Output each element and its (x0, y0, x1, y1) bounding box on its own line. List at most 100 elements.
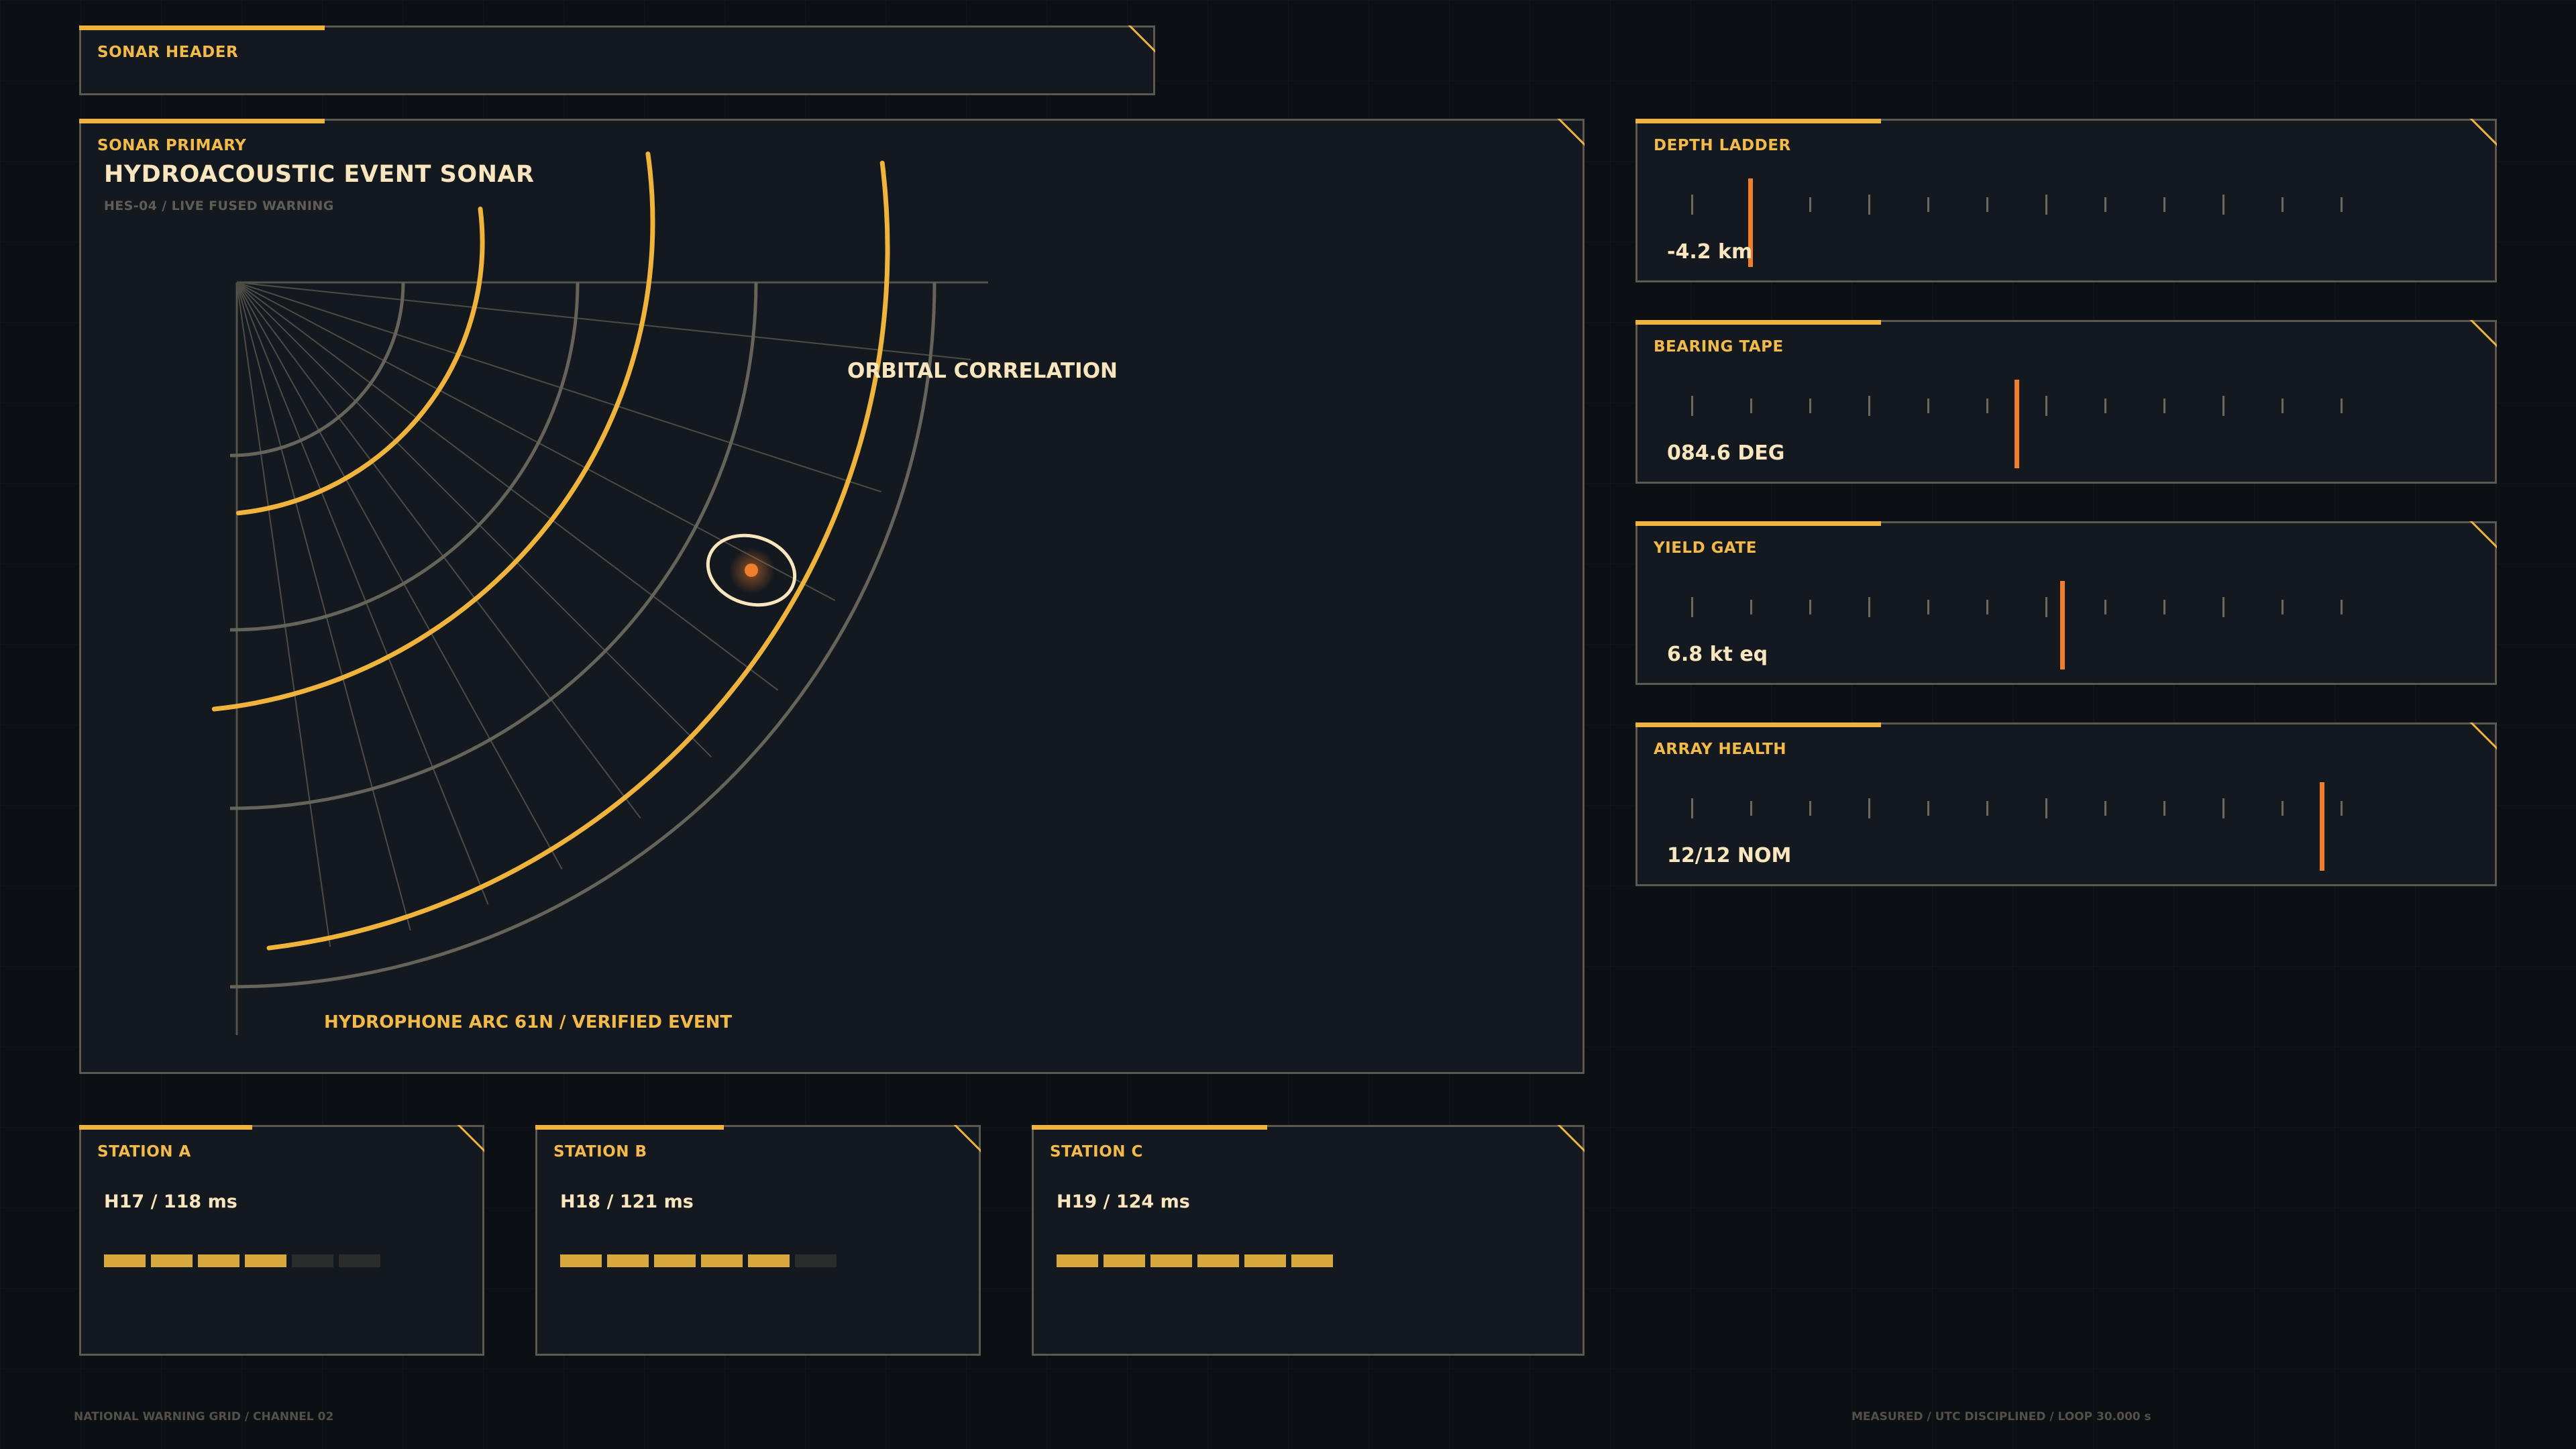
gauge-tick (2163, 801, 2165, 816)
gauge-tick (2341, 801, 2343, 816)
sonar-display: ORBITAL CORRELATION HYDROPHONE ARC 61N /… (211, 151, 1118, 1035)
gauge-tick (2163, 197, 2165, 212)
gauge-tick (2104, 197, 2106, 212)
signal-segment (339, 1254, 380, 1267)
gauge-tick (1750, 801, 1752, 816)
gauge-needle (2059, 581, 2065, 669)
signal-segment (654, 1254, 696, 1267)
gauge-tick (1691, 798, 1693, 818)
gauge-tick (2104, 398, 2106, 413)
orbital-correlation-label: ORBITAL CORRELATION (847, 359, 1118, 383)
hydrophone-arc-label: HYDROPHONE ARC 61N / VERIFIED EVENT (324, 1012, 732, 1032)
gauge-title: DEPTH LADDER (1654, 137, 1791, 154)
gauge-tick (1927, 398, 1929, 413)
signal-segment (560, 1254, 602, 1267)
gauge-tick (1986, 600, 1988, 614)
gauge-tick (2104, 600, 2106, 614)
gauge-tick (2222, 597, 2224, 617)
range-ring (229, 282, 936, 989)
wavefront-arc (235, 207, 485, 516)
gauge-tick (1927, 801, 1929, 816)
corner-notch (2466, 119, 2497, 150)
gauge-tick (2282, 600, 2284, 614)
bearing-ray (236, 282, 411, 931)
station-title: STATION A (97, 1143, 191, 1161)
sonar-wavefront-arcs (211, 151, 890, 951)
panel-accent-bar (1635, 320, 1881, 325)
bearing-ray (236, 282, 712, 757)
bearing-tape-panel: BEARING TAPE 084.6 DEG (1635, 320, 2497, 484)
yield-gate-panel: YIELD GATE 6.8 kt eq (1635, 521, 2497, 685)
gauge-tick (2282, 398, 2284, 413)
footer-left-status: NATIONAL WARNING GRID / CHANNEL 02 (74, 1410, 334, 1424)
gauge-tick (1750, 398, 1752, 413)
signal-segment (1150, 1254, 1192, 1267)
header-panel-title: SONAR HEADER (97, 44, 239, 61)
gauge-title: BEARING TAPE (1654, 338, 1784, 356)
gauge-tick (2341, 197, 2343, 212)
signal-segment (701, 1254, 743, 1267)
depth-ladder-panel: DEPTH LADDER -4.2 km (1635, 119, 2497, 282)
gauge-tick (2222, 798, 2224, 818)
gauge-tick (1809, 197, 1811, 212)
bearing-ray (236, 282, 331, 947)
gauge-readout: 12/12 NOM (1667, 844, 1792, 867)
gauge-readout: 084.6 DEG (1667, 441, 1785, 465)
bearing-ray (236, 282, 881, 493)
sonar-primary-panel: SONAR PRIMARY HYDROACOUSTIC EVENT SONAR … (79, 119, 1585, 1074)
signal-segment (1244, 1254, 1286, 1267)
gauge-tick (1868, 798, 1870, 818)
gauge-tick (2045, 396, 2047, 416)
signal-segment (795, 1254, 837, 1267)
panel-accent-bar (1032, 1125, 1267, 1130)
panel-accent-bar (1635, 119, 1881, 123)
bearing-ray (236, 282, 641, 819)
range-ring (229, 282, 758, 810)
corner-notch (1124, 25, 1155, 56)
gauge-tick (2341, 398, 2343, 413)
gauge-tick (2163, 600, 2165, 614)
station-value: H19 / 124 ms (1057, 1191, 1190, 1212)
gauge-tick (2222, 396, 2224, 416)
gauge-tick (2104, 801, 2106, 816)
signal-segment (245, 1254, 286, 1267)
sonar-range-rings (229, 282, 936, 989)
gauge-tick (1868, 195, 1870, 215)
signal-segment (292, 1254, 333, 1267)
range-ring (229, 282, 580, 632)
station-title: STATION B (553, 1143, 647, 1161)
gauge-tick (2341, 600, 2343, 614)
gauge-tick (1809, 801, 1811, 816)
sonar-header-panel: SONAR HEADER (79, 25, 1155, 95)
signal-segment (1057, 1254, 1098, 1267)
gauge-tick (1986, 398, 1988, 413)
gauge-tick (1927, 197, 1929, 212)
gauge-tick (1986, 801, 1988, 816)
wavefront-arc (266, 160, 890, 951)
corner-notch (453, 1125, 484, 1156)
station-b-panel: STATION B H18 / 121 ms (535, 1125, 981, 1356)
station-title: STATION C (1050, 1143, 1143, 1161)
gauge-tick (1809, 600, 1811, 614)
gauge-tick (1809, 398, 1811, 413)
gauge-tick (2282, 197, 2284, 212)
signal-segment (104, 1254, 146, 1267)
gauge-tick (1868, 396, 1870, 416)
gauge-readout: 6.8 kt eq (1667, 643, 1768, 666)
gauge-tick (1927, 600, 1929, 614)
event-marker (745, 564, 758, 577)
gauge-tick (2222, 195, 2224, 215)
gauge-tick (1868, 597, 1870, 617)
station-c-panel: STATION C H19 / 124 ms (1032, 1125, 1585, 1356)
footer-right-status: MEASURED / UTC DISCIPLINED / LOOP 30.000… (1851, 1410, 2151, 1424)
gauge-tick (1691, 597, 1693, 617)
gauge-needle (2015, 380, 2019, 468)
gauge-tick (2045, 195, 2047, 215)
station-value: H18 / 121 ms (560, 1191, 694, 1212)
gauge-tick (1750, 600, 1752, 614)
signal-segment (198, 1254, 239, 1267)
panel-accent-bar (1635, 521, 1881, 526)
panel-accent-bar (79, 1125, 252, 1130)
corner-notch (2466, 521, 2497, 552)
panel-accent-bar (79, 25, 325, 30)
